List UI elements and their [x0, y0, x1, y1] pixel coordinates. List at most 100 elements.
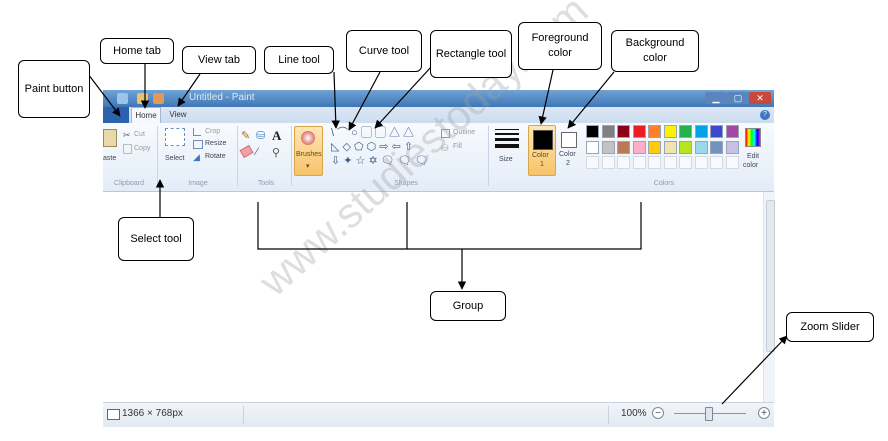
- palette-swatch[interactable]: [679, 140, 692, 154]
- color1-button[interactable]: Color 1: [528, 125, 556, 176]
- edit-colors-label[interactable]: Edit: [747, 153, 759, 160]
- palette-swatch[interactable]: [601, 125, 615, 138]
- callout-foreground-color: Foreground color: [518, 22, 602, 70]
- magnifier-icon[interactable]: ⚲: [272, 146, 282, 159]
- tools-group: ✎ ⛁ A ⁄ ⚲: [239, 128, 289, 163]
- chevron-down-icon: ▾: [306, 163, 310, 170]
- brushes-button[interactable]: Brushes ▾: [294, 126, 323, 176]
- palette-swatch[interactable]: [632, 140, 646, 154]
- palette-swatch[interactable]: [679, 125, 692, 138]
- palette-swatch[interactable]: [648, 125, 661, 138]
- status-bar: 1366 × 768px 100% − +: [103, 402, 774, 427]
- palette-swatch[interactable]: [725, 125, 739, 138]
- select-button[interactable]: Select: [165, 155, 184, 162]
- group-separator: [237, 126, 238, 186]
- rotate-button[interactable]: Rotate: [205, 153, 226, 160]
- redo-icon[interactable]: [153, 93, 164, 104]
- text-tool-icon[interactable]: A: [272, 128, 282, 143]
- paste-label[interactable]: aste: [103, 155, 116, 162]
- palette-swatch[interactable]: [648, 140, 661, 154]
- palette-swatch[interactable]: [710, 140, 723, 154]
- callout-paint-button: Paint button: [18, 60, 90, 118]
- callout-rectangle-tool: Rectangle tool: [430, 30, 512, 78]
- zoom-in-button[interactable]: +: [758, 407, 770, 419]
- palette-swatch[interactable]: [586, 156, 599, 169]
- group-separator: [488, 126, 489, 186]
- copy-icon[interactable]: [123, 144, 132, 154]
- palette-swatch[interactable]: [694, 156, 708, 169]
- background-color-swatch[interactable]: [561, 132, 577, 148]
- palette-swatch[interactable]: [694, 140, 708, 154]
- cut-icon[interactable]: ✂: [123, 130, 133, 140]
- palette-swatch[interactable]: [679, 156, 692, 169]
- color2-number[interactable]: 2: [566, 160, 570, 167]
- scroll-thumb[interactable]: [766, 200, 775, 352]
- palette-swatch[interactable]: [725, 156, 739, 169]
- crop-button[interactable]: Crop: [205, 128, 220, 135]
- callout-curve-tool: Curve tool: [346, 30, 422, 72]
- palette-swatch[interactable]: [694, 125, 708, 138]
- paint-button[interactable]: [103, 107, 129, 123]
- group-label-tools: Tools: [257, 180, 275, 187]
- brushes-label: Brushes: [296, 151, 322, 158]
- rotate-icon[interactable]: ◢: [193, 152, 203, 162]
- brush-icon: [301, 131, 315, 145]
- status-separator: [243, 406, 244, 424]
- edit-colors-label-2[interactable]: color: [743, 162, 758, 169]
- select-icon[interactable]: [165, 128, 185, 146]
- palette-swatch[interactable]: [617, 125, 630, 138]
- crop-icon[interactable]: [193, 128, 201, 136]
- palette-swatch[interactable]: [601, 156, 615, 169]
- cut-button[interactable]: Cut: [134, 131, 145, 138]
- save-icon[interactable]: [117, 93, 128, 104]
- palette-swatch[interactable]: [710, 125, 723, 138]
- palette-swatch[interactable]: [617, 156, 630, 169]
- paste-icon[interactable]: [103, 129, 117, 147]
- palette-swatch[interactable]: [632, 156, 646, 169]
- callout-line-tool: Line tool: [264, 46, 334, 74]
- edit-colors-icon[interactable]: [745, 128, 761, 147]
- color1-number: 1: [540, 161, 544, 168]
- resize-icon[interactable]: [193, 140, 203, 149]
- color2-label[interactable]: Color: [559, 151, 576, 158]
- palette-swatch[interactable]: [586, 140, 599, 154]
- color-picker-icon[interactable]: ⁄: [256, 146, 266, 158]
- close-button[interactable]: ✕: [749, 92, 771, 104]
- palette-swatch[interactable]: [663, 156, 677, 169]
- size-button[interactable]: Size: [499, 156, 513, 163]
- palette-swatch[interactable]: [632, 125, 646, 138]
- status-separator: [608, 406, 609, 424]
- callout-view-tab: View tab: [182, 46, 256, 74]
- help-icon[interactable]: ?: [760, 110, 770, 120]
- callout-background-color: Background color: [611, 30, 699, 72]
- fill-bucket-icon[interactable]: ⛁: [256, 129, 266, 142]
- palette-swatch[interactable]: [586, 125, 599, 138]
- vertical-scrollbar[interactable]: [763, 192, 775, 402]
- palette-swatch[interactable]: [663, 125, 677, 138]
- callout-group: Group: [430, 291, 506, 321]
- group-label-clipboard: Clipboard: [114, 180, 144, 187]
- palette-swatch[interactable]: [663, 140, 677, 154]
- resize-button[interactable]: Resize: [205, 140, 226, 147]
- zoom-level: 100%: [621, 408, 647, 419]
- group-separator: [291, 126, 292, 186]
- palette-swatch[interactable]: [648, 156, 661, 169]
- minimize-button[interactable]: ▁: [705, 92, 727, 104]
- callout-select-tool: Select tool: [118, 217, 194, 261]
- palette-swatch[interactable]: [601, 140, 615, 154]
- palette-swatch[interactable]: [710, 156, 723, 169]
- zoom-out-button[interactable]: −: [652, 407, 664, 419]
- maximize-button[interactable]: ▢: [727, 92, 749, 104]
- tab-view[interactable]: View: [163, 107, 193, 123]
- pencil-icon[interactable]: ✎: [241, 129, 251, 142]
- copy-button[interactable]: Copy: [134, 145, 150, 152]
- tab-home[interactable]: Home: [131, 107, 161, 123]
- palette-swatch[interactable]: [725, 140, 739, 154]
- undo-icon[interactable]: [137, 93, 148, 104]
- palette-swatch[interactable]: [617, 140, 630, 154]
- zoom-slider-thumb[interactable]: [705, 407, 713, 421]
- group-label-colors: Colors: [653, 180, 675, 187]
- size-icon[interactable]: [495, 129, 519, 149]
- group-separator: [157, 126, 158, 186]
- eraser-icon[interactable]: [239, 144, 254, 159]
